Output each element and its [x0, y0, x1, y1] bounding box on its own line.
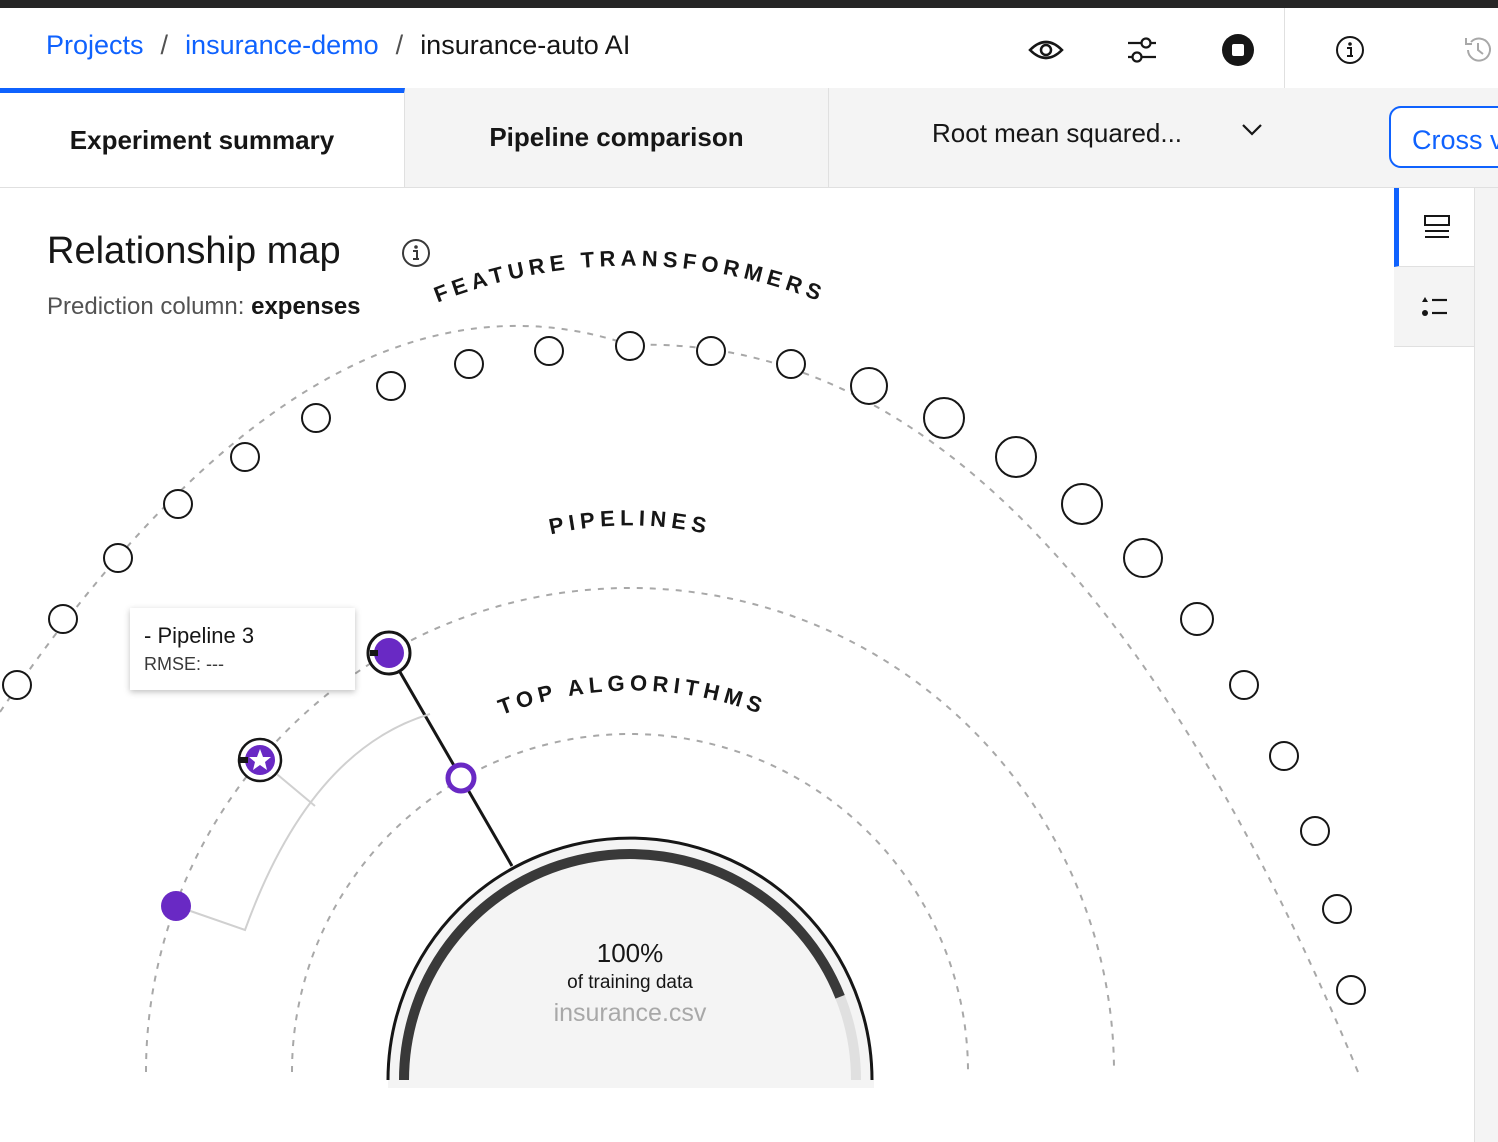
tab-experiment-summary[interactable]: Experiment summary	[0, 88, 405, 187]
feature-transformer-node[interactable]	[163, 489, 193, 519]
feature-transformer-node[interactable]	[1322, 894, 1352, 924]
training-caption: of training data	[567, 972, 693, 993]
pipeline-connector	[175, 713, 431, 932]
feature-transformer-node[interactable]	[696, 336, 726, 366]
header-bar: Projects / insurance-demo / insurance-au…	[0, 8, 1498, 89]
feature-transformer-node[interactable]	[230, 442, 260, 472]
breadcrumb-separator: /	[395, 30, 404, 60]
feature-transformer-node[interactable]	[1061, 483, 1103, 525]
pipelines-label: PIPELINES	[547, 505, 714, 539]
stop-icon[interactable]	[1216, 28, 1260, 72]
feature-transformer-node[interactable]	[1123, 538, 1163, 578]
history-icon[interactable]	[1456, 28, 1498, 72]
training-percent: 100%	[597, 938, 664, 968]
list-numbered-icon	[1422, 296, 1447, 316]
metric-dropdown[interactable]: Root mean squared...	[932, 118, 1182, 149]
scrollbar[interactable]	[1474, 188, 1498, 1142]
star-pipeline-node[interactable]	[237, 737, 283, 783]
feature-transformer-node[interactable]	[2, 670, 32, 700]
top-algorithms-label: TOP ALGORITHMS	[495, 670, 770, 719]
breadcrumb-separator: /	[160, 30, 169, 60]
cross-validation-button[interactable]: Cross v	[1389, 106, 1498, 168]
view-icon[interactable]	[1024, 28, 1068, 72]
feature-transformer-node[interactable]	[376, 371, 406, 401]
pipeline-connector	[387, 652, 514, 867]
window-top-bar	[0, 0, 1498, 8]
pipeline-node[interactable]	[161, 891, 191, 921]
chevron-down-icon[interactable]	[1240, 122, 1264, 138]
information-icon[interactable]	[1328, 28, 1372, 72]
feature-transformer-node[interactable]	[1336, 975, 1366, 1005]
list-numbered-button[interactable]	[1394, 267, 1474, 347]
breadcrumb-insurance-demo[interactable]: insurance-demo	[185, 30, 379, 61]
list-view-icon	[1423, 215, 1450, 238]
breadcrumb-projects[interactable]: Projects	[46, 30, 144, 61]
feature-transformer-node[interactable]	[454, 349, 484, 379]
tooltip-metric: RMSE: ---	[144, 654, 224, 674]
feature-transformer-node[interactable]	[1180, 602, 1214, 636]
list-view-button[interactable]	[1394, 188, 1474, 267]
feature-transformer-node[interactable]	[850, 367, 888, 405]
tab-bar: Experiment summary Pipeline comparison R…	[0, 88, 1498, 188]
pipeline-3-node[interactable]	[366, 630, 412, 676]
feature-transformer-node[interactable]	[615, 331, 645, 361]
feature-transformer-node[interactable]	[534, 336, 564, 366]
training-file: insurance.csv	[554, 999, 707, 1027]
breadcrumb: Projects / insurance-demo / insurance-au…	[46, 30, 630, 61]
feature-transformer-node[interactable]	[103, 543, 133, 573]
feature-transformer-node[interactable]	[48, 604, 78, 634]
algorithm-node[interactable]	[445, 762, 477, 794]
feature-transformer-node[interactable]	[1300, 816, 1330, 846]
right-rail	[1394, 188, 1474, 347]
feature-transformer-node[interactable]	[1229, 670, 1259, 700]
header-divider	[1284, 8, 1285, 88]
feature-transformer-node[interactable]	[776, 349, 806, 379]
breadcrumb-current: insurance-auto AI	[420, 30, 631, 60]
feature-transformer-node[interactable]	[1269, 741, 1299, 771]
feature-transformer-node[interactable]	[301, 403, 331, 433]
tab-pipeline-comparison[interactable]: Pipeline comparison	[405, 88, 829, 187]
center-base	[388, 1080, 874, 1088]
pipeline-tooltip: - Pipeline 3 RMSE: ---	[130, 608, 355, 690]
feature-transformer-node[interactable]	[995, 436, 1037, 478]
tooltip-title: - Pipeline 3	[144, 623, 255, 648]
settings-sliders-icon[interactable]	[1120, 28, 1164, 72]
feature-transformer-node[interactable]	[923, 397, 965, 439]
feature-transformers-label: FEATURE TRANSFORMERS	[430, 246, 829, 308]
